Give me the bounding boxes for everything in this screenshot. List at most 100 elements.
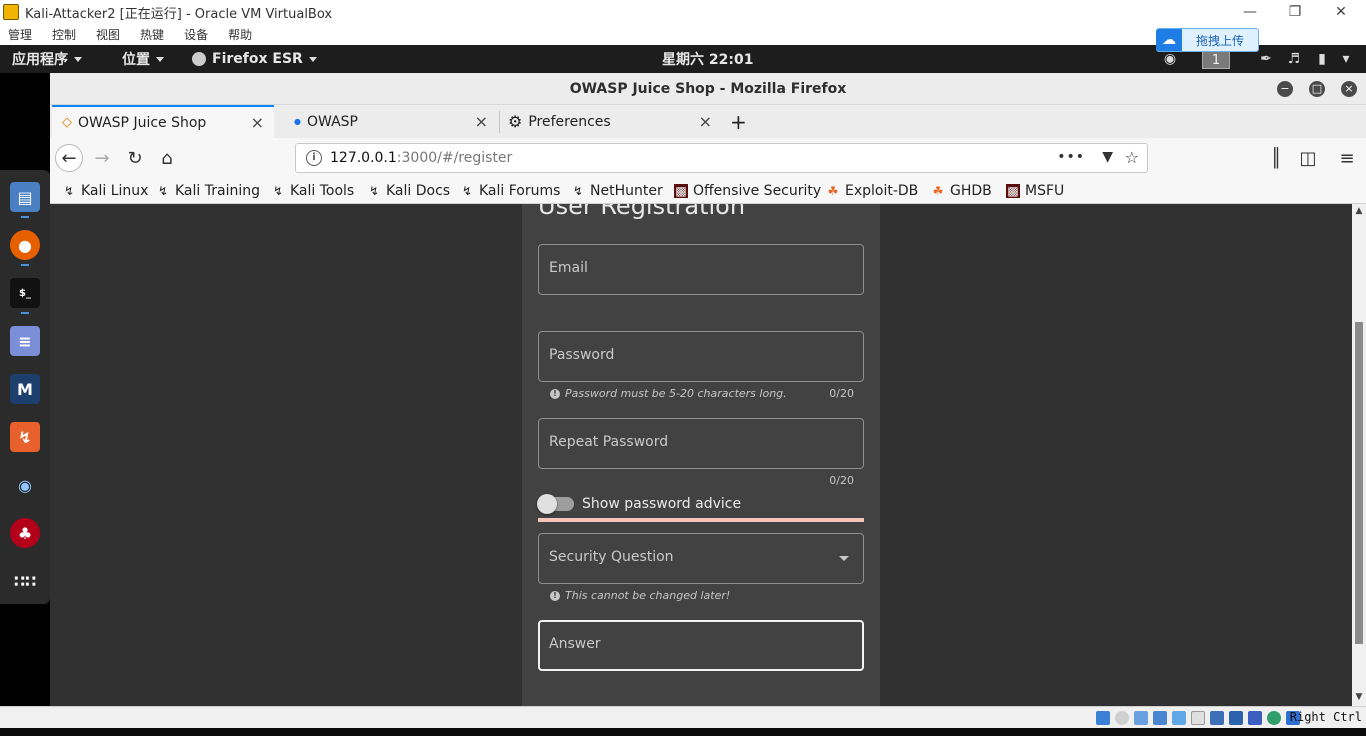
terminal-icon[interactable]: $_ xyxy=(10,278,40,308)
url-bar[interactable]: i 127.0.0.1:3000/#/register ••• ▼ ☆ xyxy=(295,143,1148,173)
bookmark-star-icon[interactable]: ☆ xyxy=(1125,148,1139,167)
clock[interactable]: 星期六 22:01 xyxy=(662,45,753,73)
firefox-window-title: OWASP Juice Shop - Mozilla Firefox xyxy=(569,81,847,97)
text-editor-icon[interactable]: ≡ xyxy=(10,326,40,356)
close-tab-icon[interactable]: × xyxy=(251,113,264,132)
bookmark-exploit-db[interactable]: ☘ Exploit-DB xyxy=(826,181,919,201)
bookmark-label: Kali Linux xyxy=(81,183,149,199)
cherrytree-icon[interactable]: ♣ xyxy=(10,518,40,548)
pocket-icon[interactable]: ▼ xyxy=(1102,149,1113,165)
password-field[interactable]: Password xyxy=(538,331,864,382)
applications-menu[interactable]: 应用程序 xyxy=(12,45,82,73)
bookmark-kali-tools[interactable]: ↯ Kali Tools xyxy=(271,181,354,201)
exploitdb-icon: ☘ xyxy=(827,184,839,198)
bookmark-ghdb[interactable]: ☘ GHDB xyxy=(931,181,992,201)
tab-label: Preferences xyxy=(528,113,611,130)
places-menu[interactable]: 位置 xyxy=(122,45,164,73)
kali-dragon-icon: ↯ xyxy=(63,184,75,198)
drag-upload-widget[interactable]: ☁ 拖拽上传 xyxy=(1156,28,1259,52)
shared-folder-icon[interactable] xyxy=(1191,711,1205,725)
guest-additions-icon[interactable] xyxy=(1267,711,1281,725)
eye-icon[interactable]: ◉ xyxy=(10,470,40,500)
info-icon[interactable]: i xyxy=(306,150,322,166)
show-apps-icon[interactable]: ∷∷ xyxy=(10,566,40,596)
bookmark-offensive-security[interactable]: ▩ Offensive Security xyxy=(674,181,821,201)
metasploit-icon[interactable]: M xyxy=(10,374,40,404)
firefox-app-menu[interactable]: Firefox ESR xyxy=(192,45,317,73)
menu-devices[interactable]: 设备 xyxy=(184,26,208,43)
back-button[interactable]: ← xyxy=(55,144,83,172)
tab-owasp[interactable]: ● OWASP × xyxy=(276,105,498,138)
registration-card: User Registration Email Password ! Passw… xyxy=(522,204,880,706)
bookmark-kali-forums[interactable]: ↯ Kali Forums xyxy=(460,181,560,201)
menu-help[interactable]: 帮助 xyxy=(228,26,252,43)
bookmark-msfu[interactable]: ▩ MSFU xyxy=(1006,181,1064,201)
scroll-up-icon[interactable]: ▲ xyxy=(1352,206,1366,218)
security-question-hint: This cannot be changed later! xyxy=(565,589,731,602)
files-icon[interactable]: ▤ xyxy=(10,182,40,212)
bookmark-kali-linux[interactable]: ↯ Kali Linux xyxy=(62,181,149,201)
host-key-label: Right Ctrl xyxy=(1289,710,1362,724)
close-button[interactable]: ✕ xyxy=(1318,0,1364,24)
security-question-select[interactable]: Security Question xyxy=(538,533,864,584)
network-icon[interactable] xyxy=(1153,711,1167,725)
display-icon[interactable] xyxy=(1210,711,1224,725)
scroll-thumb[interactable] xyxy=(1355,322,1363,644)
usb-icon[interactable] xyxy=(1172,711,1186,725)
bookmark-label: GHDB xyxy=(950,183,992,199)
places-label: 位置 xyxy=(122,52,150,68)
scroll-down-icon[interactable]: ▼ xyxy=(1352,692,1366,704)
password-label: Password xyxy=(549,347,615,363)
home-button[interactable]: ⌂ xyxy=(153,144,181,172)
menu-manage[interactable]: 管理 xyxy=(8,26,32,43)
bookmark-label: Kali Tools xyxy=(290,183,355,199)
minimize-icon[interactable]: − xyxy=(1277,81,1293,97)
answer-field[interactable]: Answer xyxy=(538,620,864,671)
tab-preferences[interactable]: ⚙ Preferences × xyxy=(500,105,722,138)
reload-button[interactable]: ↻ xyxy=(121,144,149,172)
dot-icon: ● xyxy=(294,117,301,126)
menu-icon[interactable]: ≡ xyxy=(1333,144,1361,172)
cloud-icon: ☁ xyxy=(1156,29,1182,51)
audio-icon[interactable] xyxy=(1134,711,1148,725)
close-tab-icon[interactable]: × xyxy=(475,112,488,131)
pen-icon[interactable]: ✒ xyxy=(1258,52,1274,66)
volume-icon[interactable]: ♬ xyxy=(1286,52,1302,66)
sidebar-icon[interactable]: ◫ xyxy=(1294,144,1322,172)
menu-view[interactable]: 视图 xyxy=(96,26,120,43)
library-icon[interactable]: ║ xyxy=(1262,144,1290,172)
bookmark-kali-training[interactable]: ↯ Kali Training xyxy=(156,181,260,201)
page-actions-icon[interactable]: ••• xyxy=(1057,149,1085,165)
recording-icon[interactable] xyxy=(1229,711,1243,725)
new-tab-button[interactable]: + xyxy=(730,105,754,138)
system-menu-chevron-icon[interactable]: ▾ xyxy=(1338,52,1354,66)
firefox-icon[interactable]: ● xyxy=(10,230,40,260)
optical-drive-icon[interactable] xyxy=(1115,711,1129,725)
battery-icon[interactable]: ▮ xyxy=(1314,52,1330,66)
page-scrollbar[interactable]: ▲ ▼ xyxy=(1352,204,1366,706)
bookmark-nethunter[interactable]: ↯ NetHunter xyxy=(571,181,663,201)
email-field[interactable]: Email xyxy=(538,244,864,295)
minimize-button[interactable]: — xyxy=(1227,0,1273,24)
close-tab-icon[interactable]: × xyxy=(699,112,712,131)
close-icon[interactable]: × xyxy=(1341,81,1357,97)
vt-x-icon[interactable] xyxy=(1248,711,1262,725)
camera-icon[interactable]: ◉ xyxy=(1162,52,1178,66)
bookmark-kali-docs[interactable]: ↯ Kali Docs xyxy=(367,181,450,201)
maximize-icon[interactable]: □ xyxy=(1309,81,1325,97)
applications-label: 应用程序 xyxy=(12,52,68,68)
forward-button[interactable]: → xyxy=(88,144,116,172)
security-question-label: Security Question xyxy=(549,549,674,565)
menu-hotkeys[interactable]: 热键 xyxy=(140,26,164,43)
restore-button[interactable]: ❐ xyxy=(1272,0,1318,24)
repeat-password-field[interactable]: Repeat Password xyxy=(538,418,864,469)
burpsuite-icon[interactable]: ↯ xyxy=(10,422,40,452)
vbox-statusbar: Right Ctrl xyxy=(0,706,1366,728)
hdd-icon[interactable] xyxy=(1096,711,1110,725)
menu-control[interactable]: 控制 xyxy=(52,26,76,43)
workspace-indicator[interactable]: 1 xyxy=(1202,51,1230,69)
vbox-window-title: Kali-Attacker2 [正在运行] - Oracle VM Virtua… xyxy=(25,6,333,22)
kali-dragon-icon: ↯ xyxy=(572,184,584,198)
tab-juice-shop[interactable]: ◇ OWASP Juice Shop × xyxy=(52,105,274,138)
password-advice-toggle[interactable] xyxy=(537,494,574,514)
